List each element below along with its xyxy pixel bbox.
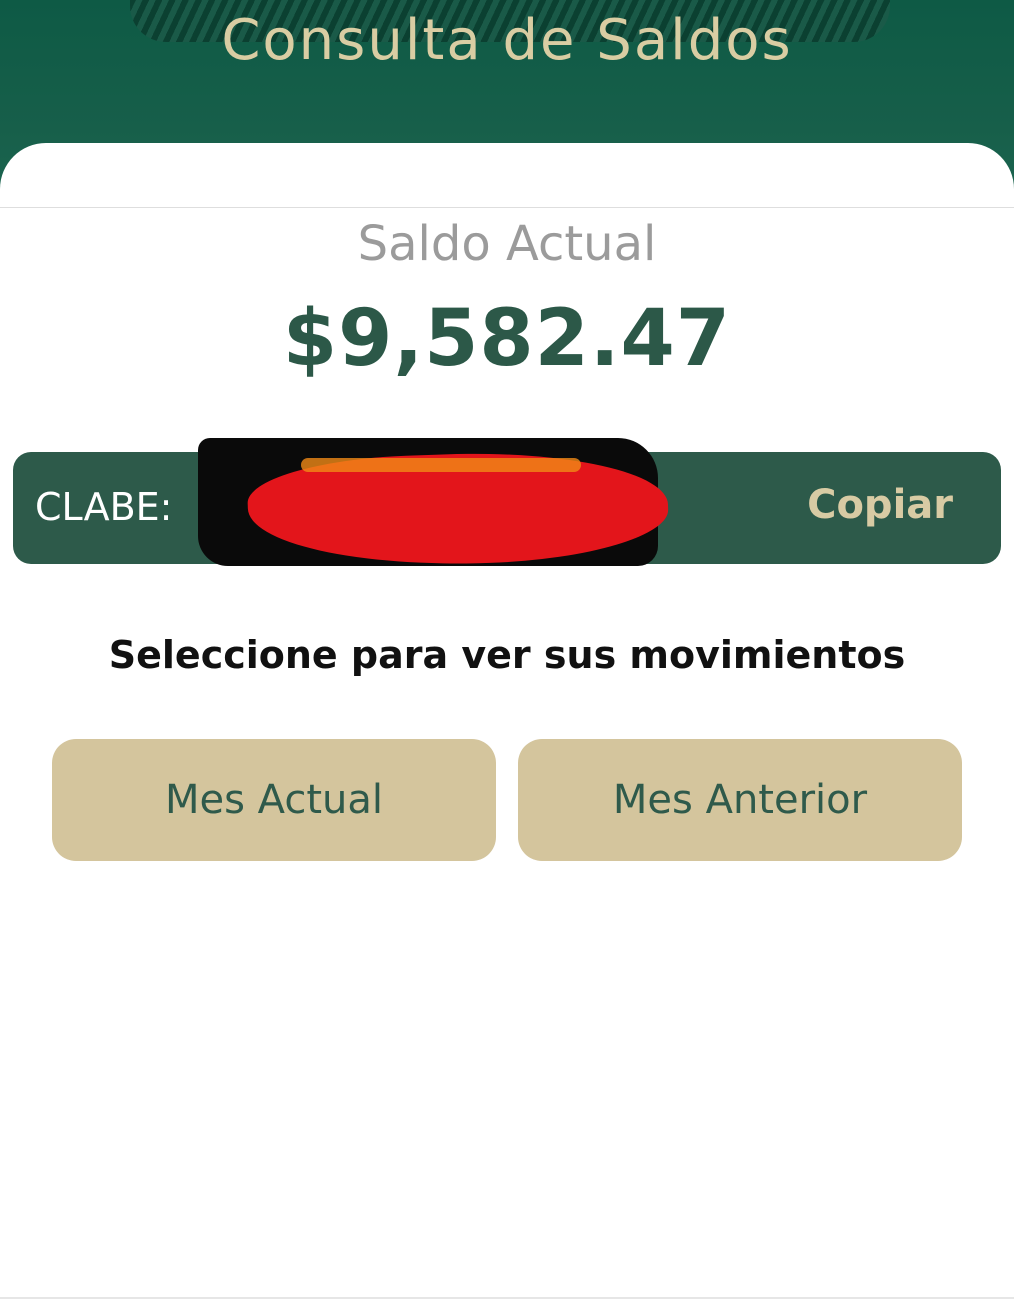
balance-label: Saldo Actual [357,216,657,272]
previous-month-button[interactable]: Mes Anterior [518,739,962,861]
balance-screen: Consulta de Saldos Saldo Actual $9,582.4… [0,0,1014,1299]
movements-prompt: Seleccione para ver sus movimientos [108,633,906,677]
copy-clabe-button[interactable]: Copiar [807,482,953,528]
clabe-bar: CLABE: 1 Copiar [13,438,1001,572]
clabe-label: CLABE: [35,485,173,529]
page-title: Consulta de Saldos [221,8,793,73]
current-month-button[interactable]: Mes Actual [52,739,496,861]
redaction-mark-orange [301,458,581,472]
balance-amount: $9,582.47 [282,294,732,384]
card-divider [0,207,1014,208]
